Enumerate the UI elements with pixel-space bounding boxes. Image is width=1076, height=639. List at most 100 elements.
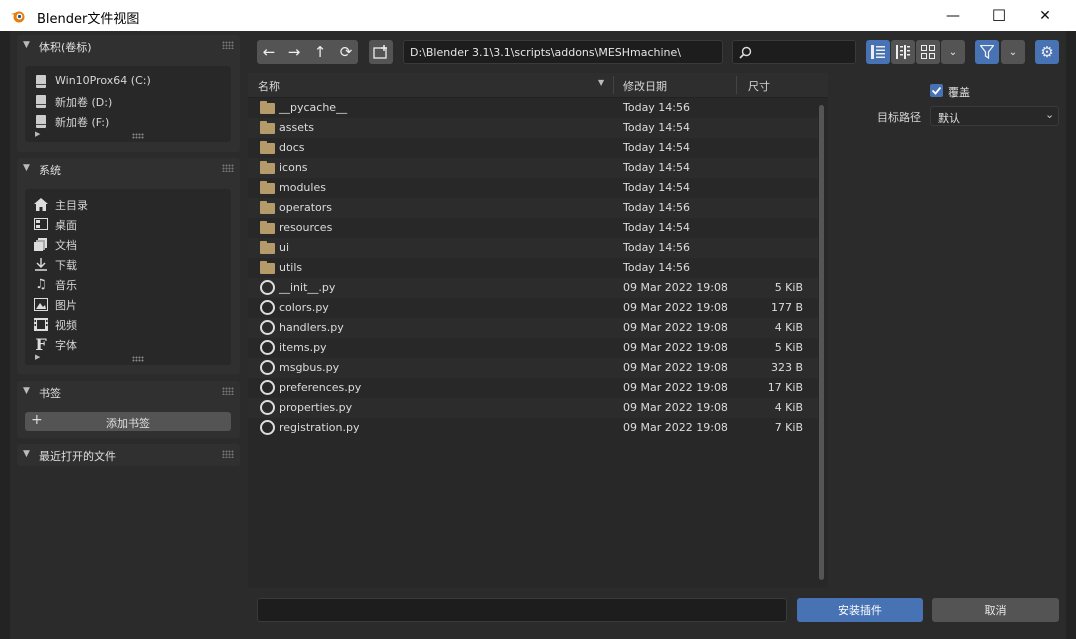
file-row[interactable]: registration.py 09 Mar 2022 19:08 7 KiB — [248, 418, 818, 438]
file-date: Today 14:56 — [623, 101, 691, 114]
drag-grip-icon[interactable] — [222, 387, 234, 395]
expand-triangle-icon[interactable]: ▶ — [35, 353, 40, 361]
forward-button[interactable]: → — [282, 41, 306, 63]
file-name: assets — [279, 121, 315, 134]
system-panel-header[interactable]: ▼ 系统 — [17, 158, 240, 180]
file-row[interactable]: items.py 09 Mar 2022 19:08 5 KiB — [248, 338, 818, 358]
chevron-down-icon: ▼ — [23, 386, 30, 396]
sidebar-item-drive-d[interactable]: 新加卷 (D:) — [31, 91, 221, 111]
overwrite-checkbox[interactable] — [930, 84, 943, 97]
filter-options-dropdown[interactable]: ⌄ — [1001, 40, 1025, 64]
file-date: 09 Mar 2022 19:08 — [623, 341, 728, 354]
folder-icon — [260, 161, 275, 174]
sidebar-item-label: 图片 — [55, 299, 77, 312]
display-options-dropdown[interactable]: ⌄ — [941, 40, 965, 64]
file-size: 17 KiB — [767, 381, 803, 394]
file-row[interactable]: __init__.py 09 Mar 2022 19:08 5 KiB — [248, 278, 818, 298]
volumes-list: Win10Prox64 (C:) 新加卷 (D:) 新加卷 (F:) ▶ — [25, 66, 231, 142]
sidebar-item-label: 音乐 — [55, 279, 77, 292]
resize-grip-icon[interactable] — [132, 356, 144, 362]
column-separator[interactable] — [736, 76, 737, 94]
sidebar-item-documents[interactable]: 文档 — [31, 234, 221, 254]
display-list-vertical-button[interactable] — [866, 40, 890, 64]
chevron-down-icon: ▼ — [23, 449, 30, 459]
file-name: __init__.py — [279, 281, 336, 294]
parent-directory-button[interactable]: ↑ — [308, 41, 332, 63]
settings-button[interactable]: ⚙ — [1035, 40, 1059, 64]
file-date: Today 14:54 — [623, 221, 691, 234]
file-row[interactable]: handlers.py 09 Mar 2022 19:08 4 KiB — [248, 318, 818, 338]
maximize-button[interactable]: ☐ — [976, 0, 1022, 31]
close-button[interactable]: ✕ — [1022, 0, 1068, 31]
search-input[interactable] — [732, 40, 856, 64]
file-date: 09 Mar 2022 19:08 — [623, 321, 728, 334]
path-input[interactable] — [403, 40, 723, 64]
sidebar-item-pictures[interactable]: 图片 — [31, 294, 221, 314]
bookmarks-panel: ▼ 书签 + 添加书签 — [17, 381, 240, 438]
file-row[interactable]: ui Today 14:56 — [248, 238, 818, 258]
sidebar-item-desktop[interactable]: 桌面 — [31, 214, 221, 234]
volumes-panel-header[interactable]: ▼ 体积(卷标) — [17, 35, 240, 57]
sidebar-item-drive-c[interactable]: Win10Prox64 (C:) — [31, 71, 221, 91]
install-addon-button[interactable]: 安装插件 — [797, 598, 923, 622]
drag-grip-icon[interactable] — [222, 450, 234, 458]
sort-descending-icon[interactable]: ▼ — [598, 78, 604, 87]
python-file-icon — [260, 340, 275, 355]
column-header-name[interactable]: 名称 — [258, 78, 280, 94]
list-horizontal-icon — [896, 45, 910, 59]
column-header-date[interactable]: 修改日期 — [623, 78, 667, 94]
recent-panel-header[interactable]: ▼ 最近打开的文件 — [17, 444, 240, 466]
file-row[interactable]: assets Today 14:54 — [248, 118, 818, 138]
add-bookmark-button[interactable]: + 添加书签 — [25, 412, 231, 431]
sidebar-item-drive-f[interactable]: 新加卷 (F:) — [31, 111, 221, 131]
bookmarks-panel-header[interactable]: ▼ 书签 — [17, 381, 240, 403]
display-thumbnails-button[interactable] — [916, 40, 940, 64]
sidebar-item-home[interactable]: 主目录 — [31, 194, 221, 214]
file-size: 4 KiB — [774, 401, 803, 414]
sidebar-item-downloads[interactable]: 下载 — [31, 254, 221, 274]
filename-input[interactable] — [257, 598, 787, 622]
file-row[interactable]: icons Today 14:54 — [248, 158, 818, 178]
cancel-button[interactable]: 取消 — [932, 598, 1059, 622]
file-row[interactable]: properties.py 09 Mar 2022 19:08 4 KiB — [248, 398, 818, 418]
file-row[interactable]: preferences.py 09 Mar 2022 19:08 17 KiB — [248, 378, 818, 398]
sidebar-item-music[interactable]: ♫ 音乐 — [31, 274, 221, 294]
sidebar-item-videos[interactable]: 视频 — [31, 314, 221, 334]
python-file-icon — [260, 300, 275, 315]
file-date: 09 Mar 2022 19:08 — [623, 381, 728, 394]
drag-grip-icon[interactable] — [222, 164, 234, 172]
file-list-scrollbar[interactable] — [819, 105, 824, 580]
file-row[interactable]: docs Today 14:54 — [248, 138, 818, 158]
search-icon — [739, 46, 752, 59]
file-row[interactable]: modules Today 14:54 — [248, 178, 818, 198]
column-header-size[interactable]: 尺寸 — [748, 78, 770, 94]
new-directory-button[interactable] — [369, 40, 393, 64]
file-list-header: 名称 ▼ 修改日期 尺寸 — [248, 73, 828, 98]
install-addon-label: 安装插件 — [838, 604, 882, 617]
sidebar-item-label: 字体 — [55, 339, 77, 352]
target-path-select[interactable]: 默认 ⌄ — [930, 106, 1059, 126]
file-row[interactable]: utils Today 14:56 — [248, 258, 818, 278]
display-list-horizontal-button[interactable] — [891, 40, 915, 64]
filter-toggle-button[interactable] — [975, 40, 999, 64]
system-panel-title: 系统 — [39, 164, 61, 177]
sidebar-item-fonts[interactable]: F 字体 — [31, 334, 221, 354]
window-titlebar: Blender文件视图 — ☐ ✕ — [0, 0, 1076, 31]
thumbnails-icon — [921, 45, 935, 59]
file-name: preferences.py — [279, 381, 362, 394]
expand-triangle-icon[interactable]: ▶ — [35, 130, 40, 138]
file-row[interactable]: resources Today 14:54 — [248, 218, 818, 238]
file-row[interactable]: operators Today 14:56 — [248, 198, 818, 218]
minimize-button[interactable]: — — [930, 0, 976, 31]
file-row[interactable]: colors.py 09 Mar 2022 19:08 177 B — [248, 298, 818, 318]
close-icon: ✕ — [1039, 7, 1051, 24]
file-row[interactable]: msgbus.py 09 Mar 2022 19:08 323 B — [248, 358, 818, 378]
file-row[interactable]: __pycache__ Today 14:56 — [248, 98, 818, 118]
python-file-icon — [260, 420, 275, 435]
refresh-button[interactable]: ⟳ — [334, 41, 358, 63]
back-button[interactable]: ← — [257, 41, 281, 63]
drag-grip-icon[interactable] — [222, 41, 234, 49]
sidebar-item-label: 下载 — [55, 259, 77, 272]
resize-grip-icon[interactable] — [132, 133, 144, 139]
column-separator[interactable] — [613, 76, 614, 94]
